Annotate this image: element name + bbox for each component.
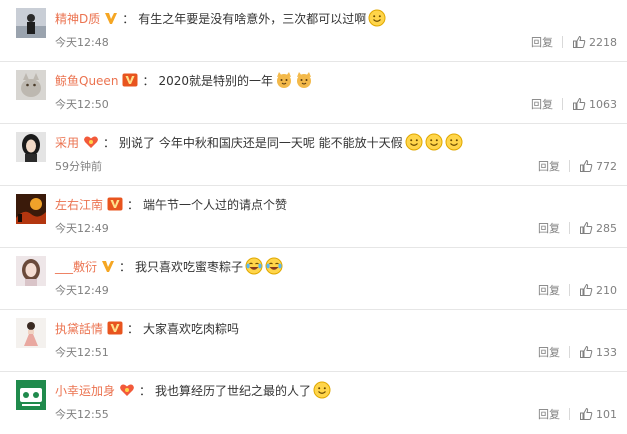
timestamp: 今天12:55 xyxy=(55,408,109,421)
vip-v-icon xyxy=(107,321,123,335)
avatar[interactable] xyxy=(16,256,46,286)
timestamp: 今天12:49 xyxy=(55,222,109,235)
comment-item: 执黛話情 ： 大家喜欢吃肉粽吗 今天12:51 回复 133 xyxy=(0,310,627,372)
avatar[interactable] xyxy=(16,318,46,348)
reply-button[interactable]: 回复 xyxy=(538,220,560,236)
like-button[interactable]: 210 xyxy=(579,283,617,297)
divider xyxy=(562,36,563,48)
smile-emoji-icon xyxy=(425,133,443,151)
timestamp: 59分钟前 xyxy=(55,160,102,173)
like-button[interactable]: 285 xyxy=(579,221,617,235)
avatar[interactable] xyxy=(16,194,46,224)
smile-emoji-icon xyxy=(405,133,423,151)
laugh-tears-emoji-icon xyxy=(245,257,263,275)
comment-item: 左右江南 ： 端午节一个人过的请点个赞 今天12:49 回复 285 xyxy=(0,186,627,248)
vip-v-icon xyxy=(104,11,118,25)
divider xyxy=(569,284,570,296)
divider xyxy=(569,408,570,420)
thumbs-up-icon xyxy=(580,407,593,420)
reply-button[interactable]: 回复 xyxy=(538,158,560,174)
comment-item: 小幸运加身 ： 我也算经历了世纪之最的人了 今天12:55 回复 101 xyxy=(0,372,627,434)
timestamp: 今天12:50 xyxy=(55,98,109,111)
divider xyxy=(569,222,570,234)
like-count: 772 xyxy=(596,159,617,173)
comment-item: 精神D质 ： 有生之年要是没有啥意外，三次都可以过啊 今天12:48 回复 22… xyxy=(0,0,627,62)
comment-item: 鲸鱼Queen ： 2020就是特别的一年 今天12:50 回复 1063 xyxy=(0,62,627,124)
comment-item: 采用 ： 别说了 今年中秋和国庆还是同一天呢 能不能放十天假 59分钟前 回复 … xyxy=(0,124,627,186)
username-link[interactable]: 左右江南 xyxy=(55,196,103,213)
timestamp: 今天12:51 xyxy=(55,346,109,359)
divider xyxy=(562,98,563,110)
thumbs-up-icon xyxy=(580,221,593,234)
comment-text: 有生之年要是没有啥意外，三次都可以过啊 xyxy=(138,11,367,26)
reply-button[interactable]: 回复 xyxy=(531,34,553,50)
like-button[interactable]: 2218 xyxy=(572,35,617,49)
like-count: 101 xyxy=(596,407,617,421)
username-link[interactable]: 鲸鱼Queen xyxy=(55,72,118,89)
comment-text: 端午节一个人过的请点个赞 xyxy=(143,197,288,212)
reply-button[interactable]: 回复 xyxy=(531,96,553,112)
like-count: 133 xyxy=(596,345,617,359)
smile-emoji-icon xyxy=(445,133,463,151)
reply-button[interactable]: 回复 xyxy=(538,344,560,360)
avatar[interactable] xyxy=(16,132,46,162)
username-link[interactable]: 小幸运加身 xyxy=(55,382,115,399)
thumbs-up-icon xyxy=(580,283,593,296)
comment-text: 2020就是特别的一年 xyxy=(158,73,273,88)
divider xyxy=(569,346,570,358)
timestamp: 今天12:48 xyxy=(55,36,109,49)
timestamp: 今天12:49 xyxy=(55,284,109,297)
thumbs-up-icon xyxy=(573,97,586,110)
reply-button[interactable]: 回复 xyxy=(538,282,560,298)
thumbs-up-icon xyxy=(580,159,593,172)
comment-list: 精神D质 ： 有生之年要是没有啥意外，三次都可以过啊 今天12:48 回复 22… xyxy=(0,0,627,427)
vip-v-icon xyxy=(122,73,138,87)
avatar[interactable] xyxy=(16,70,46,100)
comment-text: 我也算经历了世纪之最的人了 xyxy=(155,383,312,398)
avatar[interactable] xyxy=(16,380,46,410)
cat-emoji-icon xyxy=(275,71,293,89)
divider xyxy=(569,160,570,172)
like-button[interactable]: 1063 xyxy=(572,97,617,111)
like-count: 285 xyxy=(596,221,617,235)
thumbs-up-icon xyxy=(580,345,593,358)
like-count: 2218 xyxy=(589,35,617,49)
like-button[interactable]: 133 xyxy=(579,345,617,359)
comment-text: 我只喜欢吃蜜枣粽子 xyxy=(135,259,244,274)
username-link[interactable]: 精神D质 xyxy=(55,10,100,27)
fan-heart-icon xyxy=(119,383,135,397)
vip-v-icon xyxy=(101,259,115,273)
smile-emoji-icon xyxy=(313,381,331,399)
fan-heart-icon xyxy=(83,135,99,149)
comment-item: ___敷衍 ： 我只喜欢吃蜜枣粽子 今天12:49 回复 210 xyxy=(0,248,627,310)
like-button[interactable]: 772 xyxy=(579,159,617,173)
username-link[interactable]: 执黛話情 xyxy=(55,320,103,337)
username-link[interactable]: 采用 xyxy=(55,134,79,151)
like-count: 1063 xyxy=(589,97,617,111)
thumbs-up-icon xyxy=(573,35,586,48)
like-count: 210 xyxy=(596,283,617,297)
laugh-tears-emoji-icon xyxy=(265,257,283,275)
vip-v-icon xyxy=(107,197,123,211)
cat-emoji-icon xyxy=(295,71,313,89)
reply-button[interactable]: 回复 xyxy=(538,406,560,422)
like-button[interactable]: 101 xyxy=(579,407,617,421)
username-link[interactable]: ___敷衍 xyxy=(55,258,97,275)
comment-text: 大家喜欢吃肉粽吗 xyxy=(143,321,240,336)
avatar[interactable] xyxy=(16,8,46,38)
smile-emoji-icon xyxy=(368,9,386,27)
comment-text: 别说了 今年中秋和国庆还是同一天呢 能不能放十天假 xyxy=(119,135,403,150)
